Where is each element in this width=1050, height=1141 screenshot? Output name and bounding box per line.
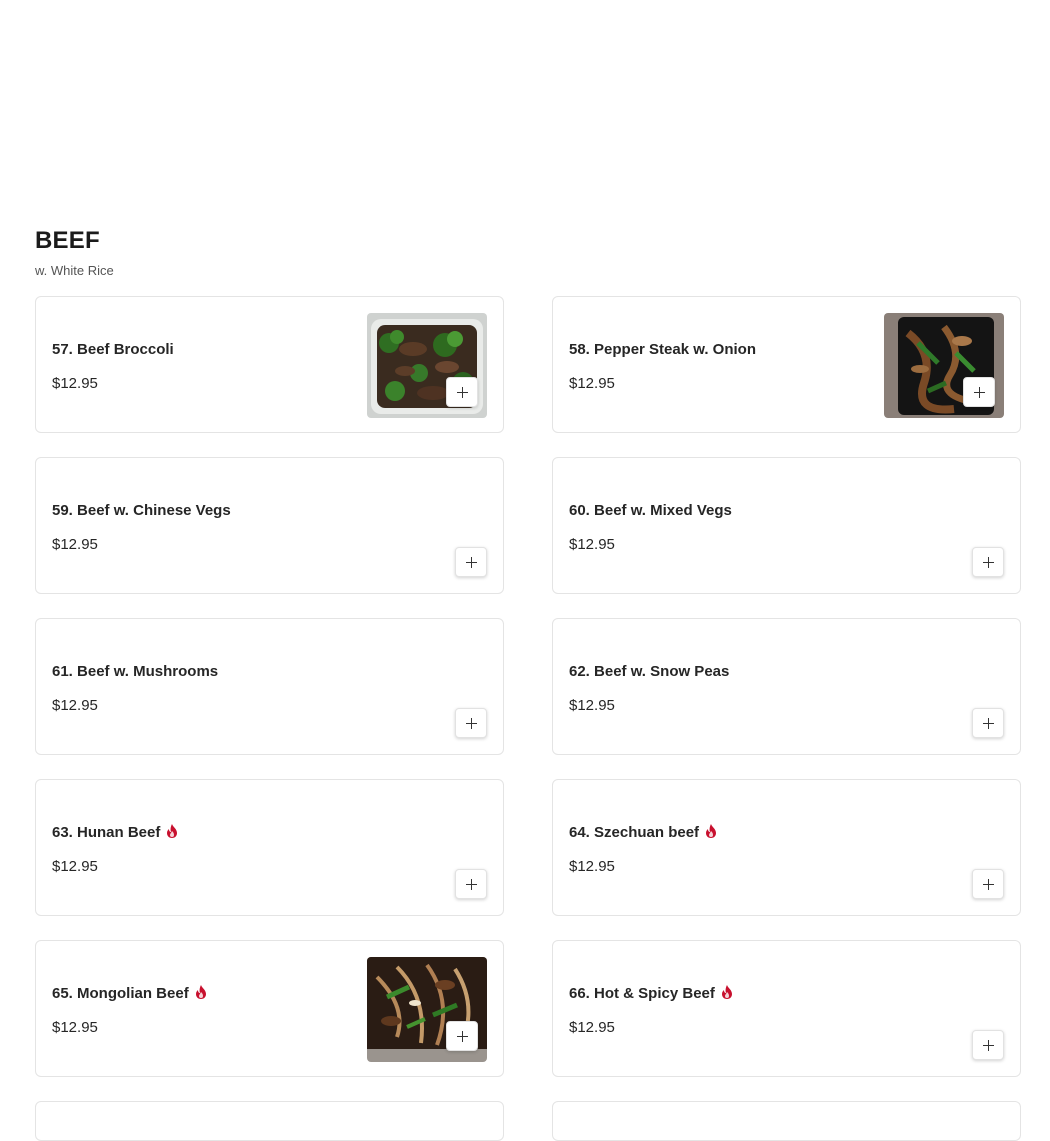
menu-item-info: 65. Mongolian Beef $12.95 [52,984,207,1038]
menu-item-name: 57. Beef Broccoli [52,341,174,358]
menu-item-name: 63. Hunan Beef [52,823,178,843]
menu-item-price: $12.95 [52,1019,98,1036]
menu-item-card[interactable]: 61. Beef w. Mushrooms $12.95 [35,618,504,755]
menu-item-price: $12.95 [569,1019,615,1036]
add-to-cart-button[interactable] [446,377,478,407]
plus-icon [982,878,994,890]
menu-item-card[interactable] [552,1101,1021,1141]
plus-icon [465,878,477,890]
menu-item-info: 60. Beef w. Mixed Vegs $12.95 [569,501,732,555]
menu-item-info: 63. Hunan Beef $12.95 [52,823,178,877]
menu-item-name: 65. Mongolian Beef [52,984,207,1004]
add-to-cart-button[interactable] [972,547,1004,577]
menu-item-name: 60. Beef w. Mixed Vegs [569,502,732,519]
plus-icon [465,717,477,729]
menu-item-price: $12.95 [569,536,615,553]
menu-item-card[interactable]: 59. Beef w. Chinese Vegs $12.95 [35,457,504,594]
menu-item-name: 58. Pepper Steak w. Onion [569,341,757,358]
plus-icon [456,386,468,398]
menu-item-name: 62. Beef w. Snow Peas [569,663,730,680]
flame-icon [167,824,178,838]
menu-item-card[interactable]: 66. Hot & Spicy Beef $12.95 [552,940,1021,1077]
menu-item-card[interactable]: 62. Beef w. Snow Peas $12.95 [552,618,1021,755]
menu-item-price: $12.95 [569,375,615,392]
menu-section-header: BEEF w. White Rice [35,227,114,279]
menu-item-price: $12.95 [52,858,98,875]
plus-icon [982,1039,994,1051]
add-to-cart-button[interactable] [446,1021,478,1051]
add-to-cart-button[interactable] [455,869,487,899]
add-to-cart-button[interactable] [972,869,1004,899]
plus-icon [982,717,994,729]
menu-item-name: 61. Beef w. Mushrooms [52,663,219,680]
menu-items-grid: 57. Beef Broccoli $12.95 58. Pepper Stea… [35,296,1021,1077]
add-to-cart-button[interactable] [455,708,487,738]
flame-icon [706,824,717,838]
add-to-cart-button[interactable] [972,1030,1004,1060]
plus-icon [982,556,994,568]
menu-item-card[interactable]: 57. Beef Broccoli $12.95 [35,296,504,433]
flame-icon [721,985,732,999]
menu-item-card[interactable]: 65. Mongolian Beef $12.95 [35,940,504,1077]
menu-item-price: $12.95 [52,697,98,714]
section-subtitle: w. White Rice [35,263,114,278]
menu-item-name: 64. Szechuan beef [569,823,717,843]
menu-item-info: 58. Pepper Steak w. Onion $12.95 [569,340,756,394]
add-to-cart-button[interactable] [455,547,487,577]
menu-item-info: 57. Beef Broccoli $12.95 [52,340,174,394]
menu-item-info: 59. Beef w. Chinese Vegs $12.95 [52,501,231,555]
section-title: BEEF [35,227,100,254]
menu-item-card[interactable]: 60. Beef w. Mixed Vegs $12.95 [552,457,1021,594]
menu-item-price: $12.95 [569,697,615,714]
menu-item-card[interactable]: 63. Hunan Beef $12.95 [35,779,504,916]
menu-item-info: 61. Beef w. Mushrooms $12.95 [52,662,218,716]
plus-icon [456,1030,468,1042]
menu-item-card[interactable]: 64. Szechuan beef $12.95 [552,779,1021,916]
menu-item-info: 64. Szechuan beef $12.95 [569,823,717,877]
menu-item-card[interactable]: 58. Pepper Steak w. Onion $12.95 [552,296,1021,433]
menu-item-price: $12.95 [569,858,615,875]
menu-item-price: $12.95 [52,536,98,553]
flame-icon [195,985,206,999]
plus-icon [465,556,477,568]
menu-item-name: 66. Hot & Spicy Beef [569,984,733,1004]
menu-item-price: $12.95 [52,375,98,392]
add-to-cart-button[interactable] [972,708,1004,738]
menu-item-name: 59. Beef w. Chinese Vegs [52,502,231,519]
menu-item-info: 62. Beef w. Snow Peas $12.95 [569,662,729,716]
menu-item-info: 66. Hot & Spicy Beef $12.95 [569,984,733,1038]
add-to-cart-button[interactable] [963,377,995,407]
plus-icon [973,386,985,398]
menu-item-card[interactable] [35,1101,504,1141]
